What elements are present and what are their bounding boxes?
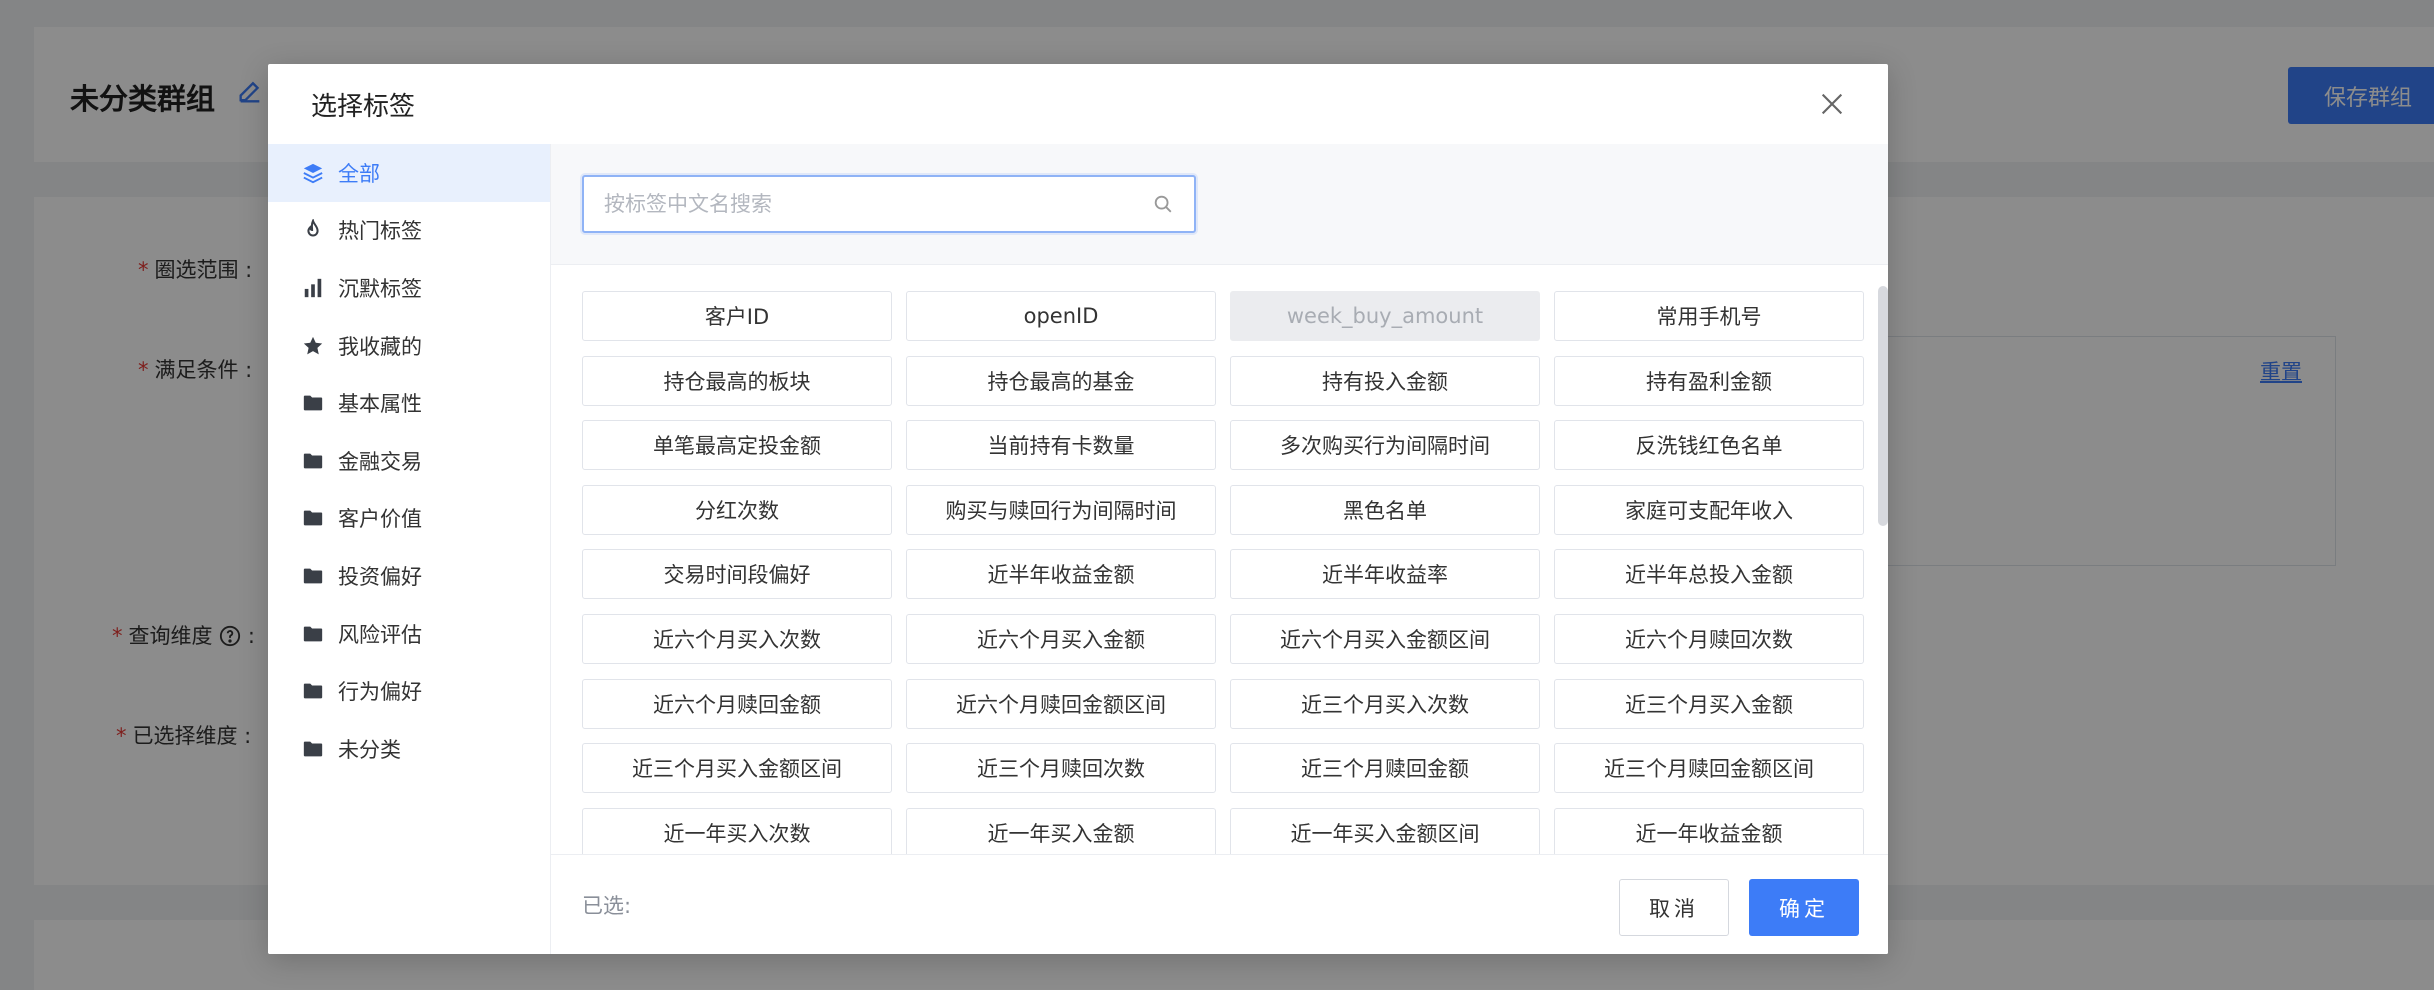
tag-item[interactable]: 购买与赎回行为间隔时间 [906, 484, 1216, 535]
select-tag-modal: 选择标签 全部热门标签沉默标签我收藏的基本属性金融交易客户价值投资偏好风险评估行… [268, 64, 1888, 954]
tag-item[interactable]: 当前持有卡数量 [906, 420, 1216, 471]
fire-icon [302, 219, 324, 241]
folder-icon [302, 392, 324, 414]
tag-item[interactable]: 近一年收益金额 [1554, 807, 1864, 854]
tag-item[interactable]: 黑色名单 [1230, 484, 1540, 535]
sidebar-item-5[interactable]: 金融交易 [268, 432, 550, 490]
modal-footer: 已选: 取消 确定 [551, 854, 1888, 954]
sidebar-item-8[interactable]: 风险评估 [268, 605, 550, 663]
sidebar-item-label: 投资偏好 [338, 564, 422, 589]
sidebar-item-7[interactable]: 投资偏好 [268, 547, 550, 605]
tag-item[interactable]: 多次购买行为间隔时间 [1230, 420, 1540, 471]
search-box [582, 175, 1196, 233]
tag-item[interactable]: 近三个月赎回金额区间 [1554, 743, 1864, 794]
tags-area: 客户ID openID week_buy_amount 常用手机号持仓最高的板块 持仓最… [551, 265, 1888, 854]
tag-item[interactable]: 近六个月买入金额区间 [1230, 613, 1540, 664]
bar-chart-icon [302, 277, 324, 299]
sidebar-item-label: 我收藏的 [338, 334, 422, 359]
tags-scrollbar[interactable] [1878, 286, 1888, 526]
sidebar-item-label: 沉默标签 [338, 276, 422, 301]
sidebar-item-label: 热门标签 [338, 219, 422, 244]
selected-label: 已选: [582, 893, 632, 918]
modal-header: 选择标签 [268, 64, 1888, 144]
tag-item[interactable]: 家庭可支配年收入 [1554, 484, 1864, 535]
tag-item[interactable]: 近三个月赎回次数 [906, 743, 1216, 794]
sidebar-item-label: 风险评估 [338, 622, 422, 647]
folder-icon [302, 565, 324, 587]
folder-icon [302, 450, 324, 472]
sidebar-item-6[interactable]: 客户价值 [268, 490, 550, 548]
tag-item: week_buy_amount [1230, 291, 1540, 341]
tag-panel: 客户ID openID week_buy_amount 常用手机号持仓最高的板块持仓最… [551, 144, 1888, 954]
tag-item[interactable]: 近一年买入金额区间 [1230, 807, 1540, 854]
tag-item[interactable]: 近三个月买入金额 [1554, 678, 1864, 729]
folder-icon [302, 738, 324, 760]
tag-item[interactable]: 分红次数 [582, 484, 892, 535]
tag-item[interactable]: 常用手机号 [1554, 291, 1864, 341]
sidebar-item-label: 全部 [338, 161, 380, 186]
tag-item[interactable]: 近六个月赎回金额 [582, 678, 892, 729]
modal-title: 选择标签 [311, 91, 416, 122]
tag-item[interactable]: 近一年买入次数 [582, 807, 892, 854]
tag-item[interactable]: 近三个月赎回金额 [1230, 743, 1540, 794]
tag-item[interactable]: 交易时间段偏好 [582, 549, 892, 600]
folder-icon [302, 507, 324, 529]
cancel-button[interactable]: 取消 [1619, 879, 1729, 936]
tag-item[interactable]: 近六个月买入次数 [582, 613, 892, 664]
sidebar-item-9[interactable]: 行为偏好 [268, 662, 550, 720]
tag-item[interactable]: 近六个月赎回金额区间 [906, 678, 1216, 729]
sidebar-item-0[interactable]: 全部 [268, 144, 550, 202]
tag-item[interactable]: 近半年收益率 [1230, 549, 1540, 600]
tags-grid: 客户ID openID week_buy_amount 常用手机号持仓最高的板块 持仓最… [582, 291, 1888, 854]
sidebar-item-2[interactable]: 沉默标签 [268, 259, 550, 317]
sidebar-item-10[interactable]: 未分类 [268, 720, 550, 778]
layers-icon [302, 162, 324, 184]
tag-item[interactable]: openID [906, 291, 1216, 341]
folder-icon [302, 680, 324, 702]
search-icon[interactable] [1152, 193, 1174, 215]
sidebar-item-label: 客户价值 [338, 507, 422, 532]
search-bar [551, 144, 1888, 265]
tag-item[interactable]: 近半年总投入金额 [1554, 549, 1864, 600]
tag-item[interactable]: 近六个月赎回次数 [1554, 613, 1864, 664]
tag-item[interactable]: 持有投入金额 [1230, 355, 1540, 406]
close-icon[interactable] [1816, 88, 1848, 120]
tag-item[interactable]: 近半年收益金额 [906, 549, 1216, 600]
tag-item[interactable]: 持有盈利金额 [1554, 355, 1864, 406]
tag-item[interactable]: 近六个月买入金额 [906, 613, 1216, 664]
sidebar-item-1[interactable]: 热门标签 [268, 202, 550, 260]
confirm-button[interactable]: 确定 [1749, 879, 1859, 936]
star-icon [302, 335, 324, 357]
sidebar-item-label: 行为偏好 [338, 680, 422, 705]
tag-item[interactable]: 持仓最高的板块 [582, 355, 892, 406]
sidebar-item-label: 基本属性 [338, 392, 422, 417]
search-input[interactable] [604, 192, 1152, 216]
tag-item[interactable]: 近一年买入金额 [906, 807, 1216, 854]
tag-item[interactable]: 反洗钱红色名单 [1554, 420, 1864, 471]
sidebar-item-3[interactable]: 我收藏的 [268, 317, 550, 375]
sidebar-item-label: 未分类 [338, 737, 401, 762]
tag-item[interactable]: 近三个月买入次数 [1230, 678, 1540, 729]
tag-item[interactable]: 客户ID [582, 291, 892, 341]
sidebar-item-label: 金融交易 [338, 449, 422, 474]
tag-item[interactable]: 近三个月买入金额区间 [582, 743, 892, 794]
tag-item[interactable]: 单笔最高定投金额 [582, 420, 892, 471]
category-sidebar: 全部热门标签沉默标签我收藏的基本属性金融交易客户价值投资偏好风险评估行为偏好未分… [268, 144, 551, 954]
tag-item[interactable]: 持仓最高的基金 [906, 355, 1216, 406]
folder-icon [302, 623, 324, 645]
sidebar-item-4[interactable]: 基本属性 [268, 374, 550, 432]
